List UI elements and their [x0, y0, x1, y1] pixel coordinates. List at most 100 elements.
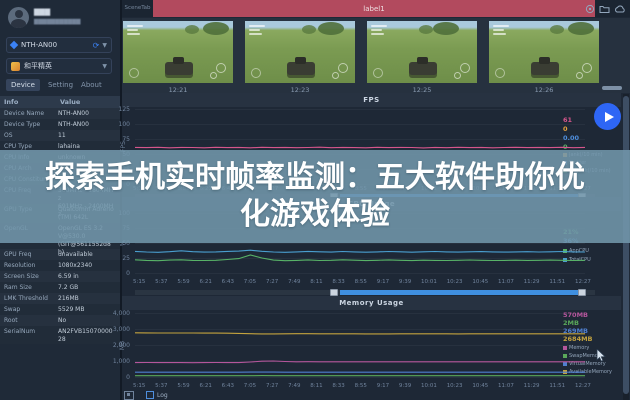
sidebar-tabs: Device Setting About	[6, 79, 102, 91]
x-tick-label: 5:37	[155, 279, 167, 285]
device-info-row: RootNo	[0, 315, 120, 326]
x-tick-label: 7:49	[288, 279, 300, 285]
info-label: Resolution	[4, 262, 58, 271]
app-window: ▇▇▇ ▇▇▇▇▇▇▇▇▇▇▇ NTH-AN00 ⟳ ▼ 和平精英 ▼ Devi…	[0, 0, 630, 400]
y-tick-label: 75	[100, 136, 130, 143]
x-tick-label: 10:45	[472, 383, 488, 389]
x-tick-label: 10:23	[447, 383, 463, 389]
x-tick-label: 6:43	[222, 279, 234, 285]
chevron-down-icon[interactable]: ▼	[102, 42, 107, 49]
cloud-icon[interactable]	[614, 4, 626, 14]
x-tick-label: 11:51	[549, 279, 565, 285]
x-tick-label: 11:07	[498, 383, 514, 389]
overlay-text-line2: 化游戏体验	[240, 197, 390, 234]
x-tick-label: 10:01	[421, 279, 437, 285]
cpu-x-axis: 5:155:375:596:216:437:057:277:498:118:33…	[133, 279, 591, 285]
vertical-scrollbar[interactable]	[623, 94, 629, 400]
y-tick-label: 1,000	[100, 358, 130, 365]
x-tick-label: 8:55	[355, 279, 367, 285]
x-tick-label: 9:17	[377, 383, 389, 389]
x-tick-label: 7:27	[266, 279, 278, 285]
memory-chart-title: Memory Usage	[339, 299, 404, 307]
folder-icon[interactable]	[599, 4, 610, 14]
x-tick-label: 11:29	[524, 279, 540, 285]
fps-chart-header: FPS	[122, 93, 621, 107]
play-button[interactable]	[594, 103, 621, 130]
app-select[interactable]: 和平精英 ▼	[6, 58, 112, 74]
y-tick-label: 100	[100, 121, 130, 128]
x-tick-label: 10:23	[447, 279, 463, 285]
cpu-slider-left-handle[interactable]	[330, 289, 338, 296]
y-tick-label: 25	[100, 255, 130, 262]
window-icon[interactable]	[124, 391, 134, 400]
info-label: GPU Freq	[4, 251, 58, 260]
video-thumbnail[interactable]	[245, 21, 355, 83]
x-tick-label: 11:29	[524, 383, 540, 389]
x-tick-label: 8:11	[310, 279, 322, 285]
x-tick-label: 6:43	[222, 383, 234, 389]
label-bar-text: label1	[363, 5, 384, 13]
fps-chart-title: FPS	[363, 96, 379, 104]
overlay-banner: 探索手机实时帧率监测：五大软件助你优 化游戏体验	[0, 150, 630, 243]
video-thumbnail[interactable]	[123, 21, 233, 83]
device-info-row: Ram Size7.2 GB	[0, 282, 120, 293]
info-label: Device Name	[4, 110, 58, 119]
device-icon	[10, 41, 18, 49]
log-checkbox[interactable]	[146, 391, 154, 399]
device-select[interactable]: NTH-AN00 ⟳ ▼	[6, 37, 112, 53]
info-label: OS	[4, 132, 58, 141]
refresh-icon[interactable]: ⟳	[93, 41, 100, 50]
x-tick-label: 8:33	[332, 383, 344, 389]
x-tick-label: 7:05	[244, 383, 256, 389]
x-tick-label: 7:27	[266, 383, 278, 389]
tab-device[interactable]: Device	[6, 79, 40, 91]
x-tick-label: 10:01	[421, 383, 437, 389]
chevron-down-icon[interactable]: ▼	[102, 63, 107, 70]
x-tick-label: 8:55	[355, 383, 367, 389]
cpu-range-slider[interactable]	[135, 290, 595, 295]
series-AvailableMemory	[135, 333, 585, 334]
topbar-icons	[585, 4, 626, 14]
x-tick-label: 10:45	[472, 279, 488, 285]
avatar[interactable]	[8, 7, 29, 28]
tab-about[interactable]: About	[81, 79, 102, 91]
y-tick-label: 125	[100, 106, 130, 113]
series-FPS	[135, 147, 585, 148]
label-bar[interactable]: label1	[153, 0, 595, 17]
log-label: Log	[157, 392, 168, 399]
info-label: Root	[4, 317, 58, 326]
user-name: ▇▇▇	[34, 8, 50, 16]
series-TotalCPU	[135, 250, 585, 252]
record-icon[interactable]	[585, 4, 595, 14]
y-tick-label: 2,000	[100, 342, 130, 349]
x-tick-label: 8:33	[332, 279, 344, 285]
mouse-cursor	[596, 349, 606, 362]
device-select-value: NTH-AN00	[21, 41, 93, 49]
info-label: Ram Size	[4, 284, 58, 293]
app-select-value: 和平精英	[24, 61, 102, 71]
x-tick-label: 5:59	[177, 383, 189, 389]
x-tick-label: 9:39	[399, 383, 411, 389]
log-row: Log	[122, 390, 621, 400]
info-label: Screen Size	[4, 273, 58, 282]
scene-tab[interactable]: SceneTab	[122, 0, 153, 17]
x-tick-label: 5:15	[133, 279, 145, 285]
cpu-slider-right-handle[interactable]	[578, 289, 586, 296]
video-thumbnail[interactable]	[489, 21, 599, 83]
info-label: Swap	[4, 306, 58, 315]
thumbnail-scrollbar[interactable]	[602, 86, 622, 90]
info-value: 216MB	[58, 295, 116, 304]
device-info-row: LMK Threshold216MB	[0, 293, 120, 304]
x-tick-label: 5:37	[155, 383, 167, 389]
memory-x-axis: 5:155:375:596:216:437:057:277:498:118:33…	[133, 383, 591, 389]
col-value: Value	[60, 96, 80, 108]
tab-setting[interactable]: Setting	[48, 79, 73, 91]
x-tick-label: 7:49	[288, 383, 300, 389]
x-tick-label: 6:21	[199, 383, 211, 389]
play-icon	[605, 112, 614, 122]
video-thumbnail-strip[interactable]: 12:2112:2312:2512:26	[122, 18, 630, 93]
video-thumbnail[interactable]	[367, 21, 477, 83]
y-tick-label: 0	[100, 270, 130, 277]
x-tick-label: 9:39	[399, 279, 411, 285]
x-tick-label: 7:05	[244, 279, 256, 285]
